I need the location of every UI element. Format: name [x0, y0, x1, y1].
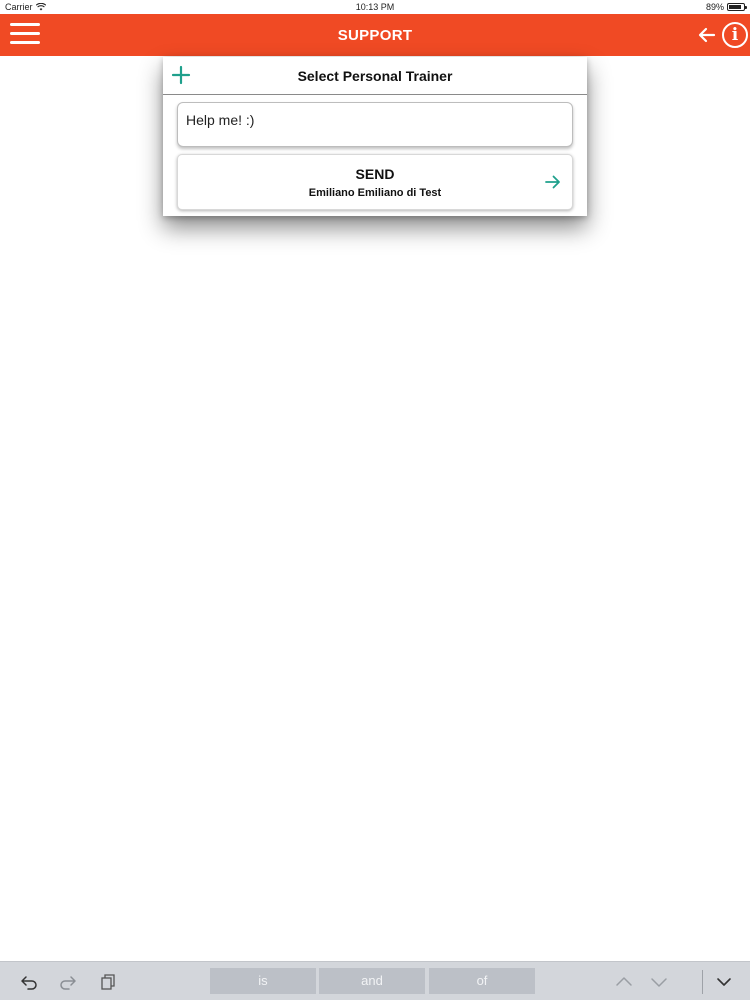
info-icon[interactable]: i	[722, 22, 748, 48]
arrow-right-icon	[545, 175, 560, 189]
suggestion-of[interactable]: of	[429, 968, 535, 994]
keyboard-divider	[702, 970, 703, 994]
status-time: 10:13 PM	[355, 2, 395, 12]
trainer-popover: Select Personal Trainer SEND Emiliano Em…	[163, 57, 587, 216]
page-title: SUPPORT	[337, 27, 413, 44]
undo-icon[interactable]	[20, 973, 38, 991]
suggestion-and[interactable]: and	[319, 968, 425, 994]
suggestion-is[interactable]: is	[210, 968, 316, 994]
message-input[interactable]	[186, 112, 566, 128]
redo-icon[interactable]	[59, 973, 77, 991]
popover-header: Select Personal Trainer	[163, 57, 587, 95]
message-field[interactable]	[177, 102, 573, 147]
back-arrow-icon[interactable]	[697, 25, 717, 45]
previous-field-chevron-up-icon[interactable]	[615, 973, 633, 991]
send-button[interactable]: SEND Emiliano Emiliano di Test	[177, 154, 573, 210]
recipient-name: Emiliano Emiliano di Test	[308, 187, 442, 199]
dismiss-keyboard-chevron-icon[interactable]	[715, 973, 733, 991]
popover-title: Select Personal Trainer	[297, 68, 453, 84]
status-bar: Carrier 10:13 PM 89%	[0, 0, 750, 14]
paste-icon[interactable]	[99, 973, 117, 991]
nav-bar: SUPPORT i	[0, 14, 750, 56]
keyboard-accessory-bar: is and of	[0, 961, 750, 1000]
status-right: 89%	[705, 2, 747, 12]
send-label: SEND	[355, 166, 395, 182]
battery-fill	[729, 5, 742, 9]
battery-icon	[727, 3, 747, 11]
battery-percent: 89%	[705, 2, 724, 12]
next-field-chevron-down-icon[interactable]	[650, 973, 668, 991]
